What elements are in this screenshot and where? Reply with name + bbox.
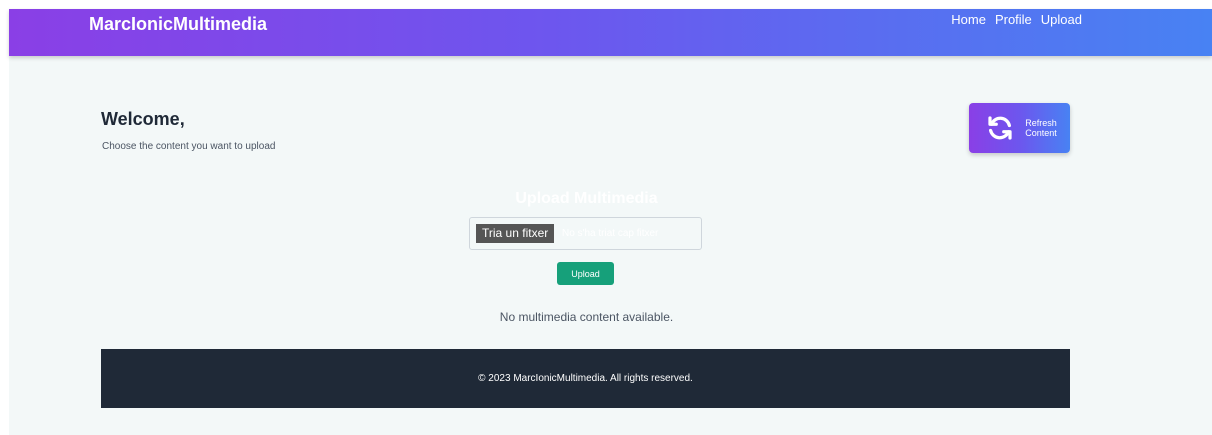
- footer: © 2023 MarcIonicMultimedia. All rights r…: [101, 349, 1070, 408]
- upload-title: Upload Multimedia: [515, 190, 658, 207]
- nav-link-home[interactable]: Home: [951, 12, 986, 28]
- welcome-subtitle: Choose the content you want to upload: [102, 141, 276, 152]
- brand-logo[interactable]: MarcIonicMultimedia: [89, 14, 267, 34]
- file-input[interactable]: Tria un fitxer No s'ha triat cap fitxer: [469, 217, 702, 250]
- upload-button[interactable]: Upload: [557, 262, 614, 285]
- file-status: No s'ha triat cap fitxer: [562, 228, 659, 239]
- footer-copyright: © 2023 MarcIonicMultimedia. All rights r…: [478, 373, 693, 384]
- empty-content-message: No multimedia content available.: [499, 310, 674, 324]
- nav-links: Home Profile Upload: [951, 12, 1082, 28]
- navbar: MarcIonicMultimedia Home Profile Upload: [9, 9, 1212, 56]
- nav-link-profile[interactable]: Profile: [995, 12, 1032, 28]
- refresh-label-line2: Content: [1025, 128, 1057, 138]
- welcome-title: Welcome,: [101, 109, 185, 129]
- refresh-label-line1: Refresh: [1025, 118, 1057, 128]
- nav-link-upload[interactable]: Upload: [1041, 12, 1082, 28]
- refresh-icon: [988, 116, 1012, 140]
- refresh-label: Refresh Content: [1021, 118, 1061, 138]
- page: MarcIonicMultimedia Home Profile Upload …: [9, 9, 1212, 435]
- choose-file-button[interactable]: Tria un fitxer: [476, 224, 555, 243]
- refresh-content-button[interactable]: Refresh Content: [969, 103, 1070, 153]
